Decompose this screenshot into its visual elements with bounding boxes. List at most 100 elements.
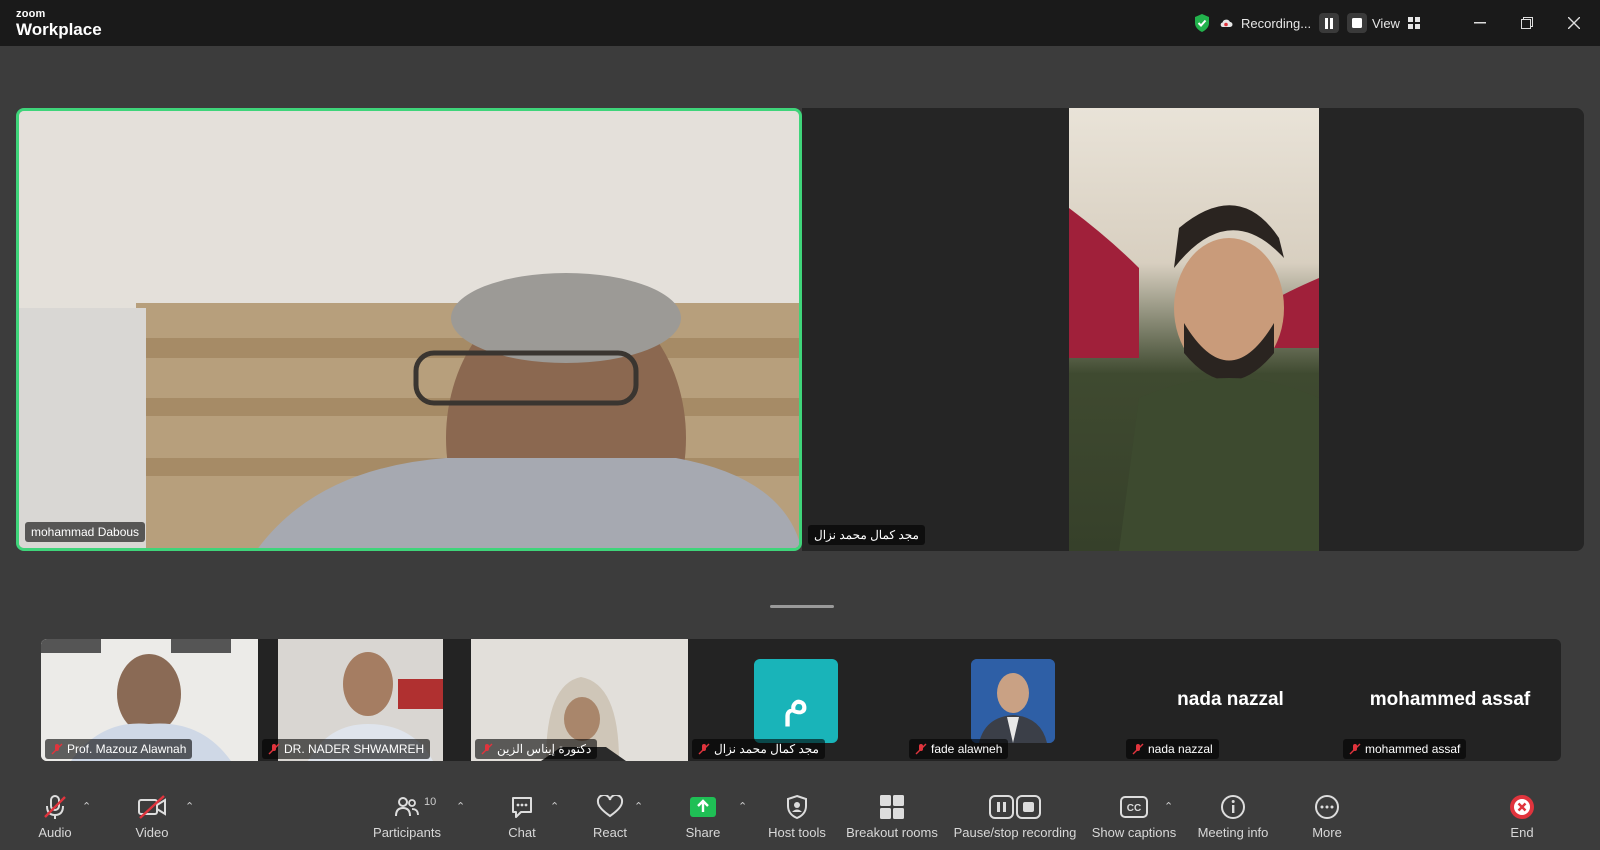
brand-small: zoom: [16, 8, 46, 20]
meeting-toolbar: Audio ⌃ Video ⌃ Participants 10 ⌃ Chat ⌃…: [0, 792, 1600, 850]
breakout-rooms-button[interactable]: Breakout rooms: [837, 792, 947, 840]
stop-recording-button[interactable]: [1347, 13, 1368, 33]
participant-display-name: nada nazzal: [1177, 689, 1284, 710]
gallery-name-tag: DR. NADER SHWAMREH: [262, 739, 431, 759]
recording-status: Recording...: [1193, 10, 1368, 36]
gallery-tile[interactable]: fade alawneh: [905, 639, 1122, 761]
pause-stop-recording-label: Pause/stop recording: [953, 825, 1077, 840]
share-screen-icon: [690, 797, 716, 817]
title-bar: zoom Workplace Recording... View: [0, 0, 1600, 46]
participant-video-image: [1069, 205, 1319, 551]
gallery-strip: Prof. Mazouz Alawnah DR. NADER SHWAMREH …: [41, 639, 1561, 761]
react-options-caret[interactable]: ⌃: [634, 800, 643, 813]
audio-options-caret[interactable]: ⌃: [82, 800, 91, 813]
muted-mic-icon: [698, 743, 710, 755]
video-off-icon: [138, 795, 166, 819]
end-meeting-button[interactable]: End: [1492, 792, 1552, 840]
muted-mic-icon: [915, 743, 927, 755]
gallery-name-tag: دكتورة إيناس الزين: [475, 739, 598, 759]
avatar-letter: م: [782, 675, 810, 727]
breakout-rooms-label: Breakout rooms: [846, 825, 938, 840]
participants-icon: [395, 797, 419, 817]
profile-photo-image: [971, 659, 1055, 743]
active-speaker-video[interactable]: mohammad Dabous: [16, 108, 802, 551]
pause-recording-button[interactable]: [1319, 13, 1340, 33]
minimize-button[interactable]: [1468, 12, 1492, 34]
gallery-name: mohammed assaf: [1365, 742, 1461, 756]
show-captions-label: Show captions: [1091, 825, 1177, 840]
gallery-name-tag: nada nazzal: [1126, 739, 1219, 759]
close-button[interactable]: [1562, 12, 1586, 34]
participants-options-caret[interactable]: ⌃: [456, 800, 465, 813]
resize-handle[interactable]: [770, 605, 834, 608]
participants-button[interactable]: Participants: [352, 792, 462, 840]
muted-mic-icon: [1132, 743, 1144, 755]
gallery-name: Prof. Mazouz Alawnah: [67, 742, 187, 756]
breakout-rooms-icon: [880, 795, 904, 819]
gallery-name-tag: مجد كمال محمد نزال: [692, 739, 825, 759]
gallery-name-tag: fade alawneh: [909, 739, 1009, 759]
more-label: More: [1312, 825, 1342, 840]
end-icon: [1510, 795, 1534, 819]
gallery-name: fade alawneh: [931, 742, 1003, 756]
audio-label: Audio: [38, 825, 72, 840]
more-button[interactable]: More: [1272, 792, 1382, 840]
gallery-name: مجد كمال محمد نزال: [714, 742, 819, 756]
participants-label: Participants: [373, 825, 441, 840]
muted-mic-icon: [44, 795, 66, 819]
gallery-tile[interactable]: DR. NADER SHWAMREH: [258, 639, 471, 761]
view-label: View: [1372, 15, 1400, 31]
gallery-tile[interactable]: nada nazzal nada nazzal: [1122, 639, 1339, 761]
zoom-logo: zoom Workplace: [16, 8, 102, 39]
participants-count: 10: [424, 796, 437, 808]
captions-options-caret[interactable]: ⌃: [1164, 800, 1173, 813]
pause-stop-recording-icon: [989, 795, 1041, 819]
gallery-name-tag: mohammed assaf: [1343, 739, 1467, 759]
pause-icon: [1325, 17, 1334, 29]
gallery-name: nada nazzal: [1148, 742, 1213, 756]
recording-label: Recording...: [1241, 15, 1312, 31]
host-shield-icon: [787, 794, 807, 820]
heart-icon: [596, 795, 624, 818]
gallery-name-tag: Prof. Mazouz Alawnah: [45, 739, 193, 759]
host-tools-button[interactable]: Host tools: [742, 792, 852, 840]
gallery-tile[interactable]: م مجد كمال محمد نزال: [688, 639, 905, 761]
profile-photo: [971, 659, 1055, 743]
participant-name-tag: مجد كمال محمد نزال: [808, 525, 925, 545]
info-icon: [1221, 795, 1245, 819]
close-icon: [1568, 17, 1580, 29]
audio-button[interactable]: Audio: [0, 792, 110, 840]
avatar: م: [754, 659, 838, 743]
muted-mic-icon: [51, 743, 63, 755]
participant-video-feed: [1069, 108, 1319, 551]
host-tools-label: Host tools: [768, 825, 826, 840]
gallery-name: دكتورة إيناس الزين: [497, 742, 592, 756]
gallery-name: DR. NADER SHWAMREH: [284, 742, 425, 756]
security-shield-icon[interactable]: [1193, 13, 1211, 33]
video-options-caret[interactable]: ⌃: [185, 800, 194, 813]
muted-mic-icon: [481, 743, 493, 755]
end-label: End: [1510, 825, 1534, 840]
chat-icon: [512, 797, 532, 818]
view-button[interactable]: View: [1372, 12, 1420, 34]
minimize-icon: [1474, 22, 1486, 24]
stop-icon: [1352, 18, 1363, 28]
gallery-tile[interactable]: Prof. Mazouz Alawnah: [41, 639, 258, 761]
speaker-video-feed: [19, 111, 799, 548]
gallery-tile[interactable]: mohammed assaf mohammed assaf: [1339, 639, 1561, 761]
participant-video-tile[interactable]: مجد كمال محمد نزال: [802, 108, 1584, 551]
cloud-recording-icon: [1220, 19, 1233, 27]
muted-mic-icon: [268, 743, 280, 755]
participant-display-name: mohammed assaf: [1369, 689, 1531, 710]
video-label: Video: [135, 825, 169, 840]
restore-button[interactable]: [1515, 12, 1539, 34]
restore-icon: [1521, 17, 1533, 29]
svg-text:CC: CC: [1127, 803, 1141, 814]
pause-stop-recording-button[interactable]: Pause/stop recording: [950, 792, 1080, 840]
muted-mic-icon: [1349, 743, 1361, 755]
grid-icon: [1407, 17, 1420, 29]
gallery-tile[interactable]: دكتورة إيناس الزين: [471, 639, 688, 761]
brand-large: Workplace: [16, 20, 102, 39]
speaker-name-tag: mohammad Dabous: [25, 522, 146, 542]
more-icon: [1315, 795, 1339, 819]
